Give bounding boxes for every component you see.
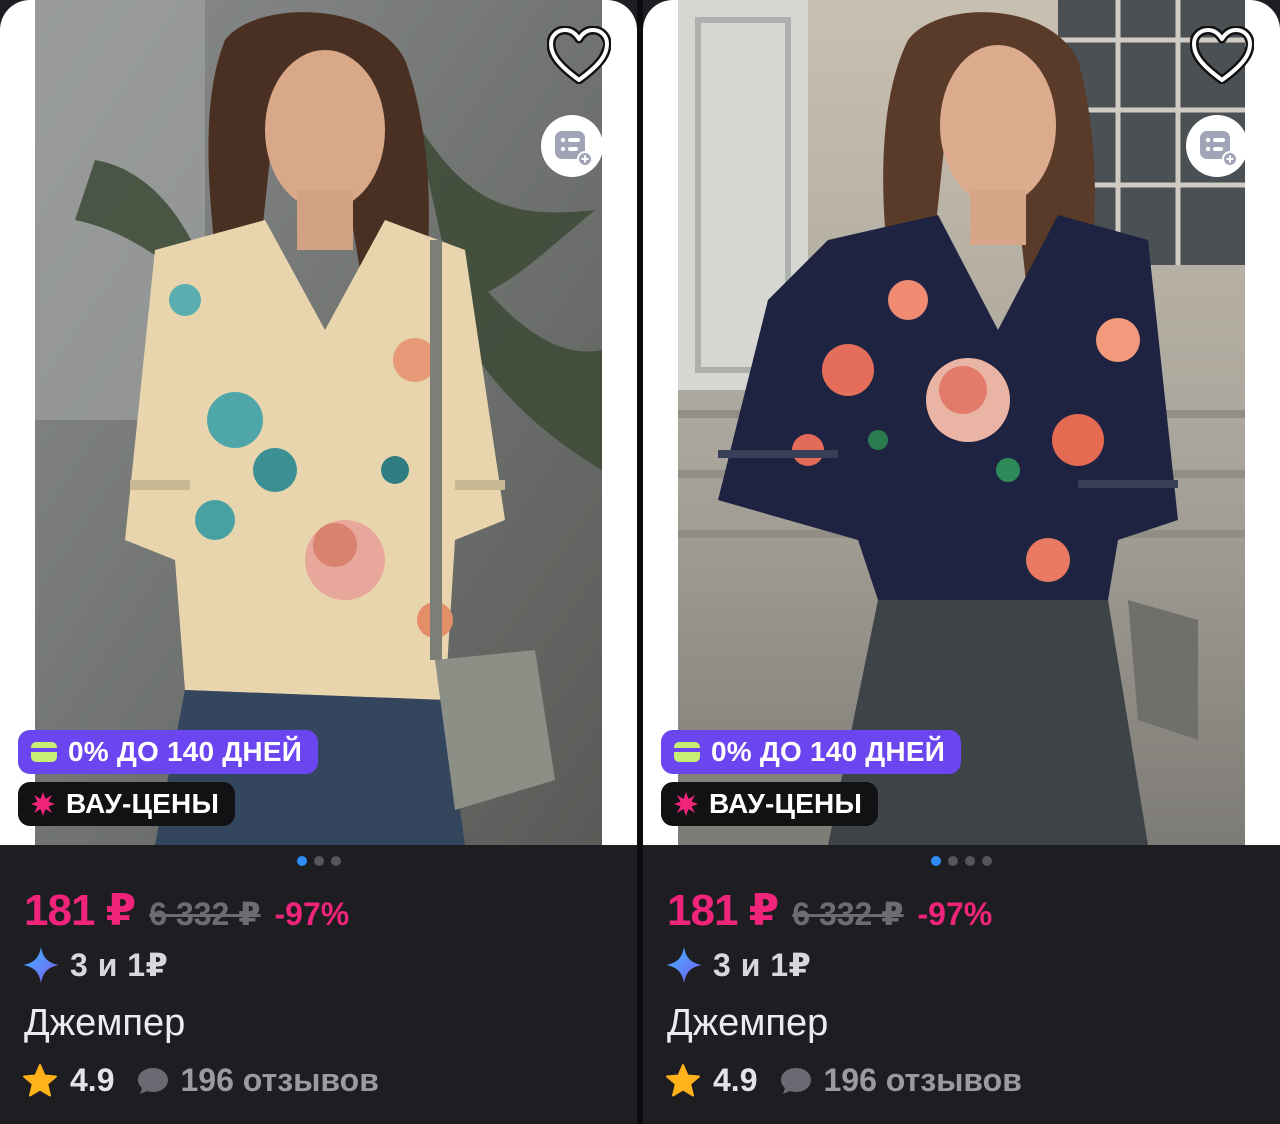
price-row: 181 ₽ 6 332 ₽ -97% [667,885,992,936]
carousel-dot-active [931,856,941,866]
rating-row: 4.9 196 отзывов [665,1062,1022,1099]
product-image-area[interactable]: 0% ДО 140 ДНЕЙ ВАУ-ЦЕНЫ [643,0,1280,845]
product-photo[interactable] [678,0,1245,845]
product-title[interactable]: Джемпер [24,1002,185,1045]
carousel-dot-active [297,856,307,866]
product-photo-illustration [35,0,602,845]
wow-price-badge: ВАУ-ЦЕНЫ [18,782,236,826]
heart-outline-icon [546,25,612,85]
carousel-dot [314,856,324,866]
installment-badge-text: 0% ДО 140 ДНЕЙ [711,736,946,767]
product-image-area[interactable]: 0% ДО 140 ДНЕЙ ВАУ-ЦЕНЫ [0,0,637,845]
favorite-button[interactable] [546,25,612,85]
promo-text: 3 и 1₽ [713,947,812,983]
cart-add-icon [1200,131,1237,166]
chat-bubble-icon [781,1067,812,1094]
rating-value: 4.9 [713,1062,758,1098]
chat-bubble-icon [138,1067,169,1094]
sparkle-icon [23,947,59,983]
current-price: 181 ₽ [24,886,136,935]
old-price: 6 332 ₽ [792,896,904,932]
installment-badge: 0% ДО 140 ДНЕЙ [18,730,319,774]
burst-icon [30,791,56,817]
product-photo[interactable] [35,0,602,845]
rating-row: 4.9 196 отзывов [22,1062,379,1099]
product-card[interactable]: 0% ДО 140 ДНЕЙ ВАУ-ЦЕНЫ 181 ₽ 6 332 ₽ -9… [0,0,637,1124]
card-icon [673,741,701,763]
star-icon [666,1063,700,1096]
discount-percent: -97% [274,896,350,932]
wow-price-badge-text: ВАУ-ЦЕНЫ [66,788,220,819]
promo-row: 3 и 1₽ [665,946,811,984]
favorite-button[interactable] [1189,25,1255,85]
current-price: 181 ₽ [667,886,779,935]
discount-percent: -97% [917,896,993,932]
carousel-dot [331,856,341,866]
rating-value: 4.9 [70,1062,115,1098]
sparkle-icon [666,947,702,983]
product-title[interactable]: Джемпер [667,1002,828,1045]
star-icon [23,1063,57,1096]
product-card[interactable]: 0% ДО 140 ДНЕЙ ВАУ-ЦЕНЫ 181 ₽ 6 332 ₽ -9… [643,0,1280,1124]
heart-outline-icon [1189,25,1255,85]
price-row: 181 ₽ 6 332 ₽ -97% [24,885,349,936]
cart-add-icon [555,131,592,166]
old-price: 6 332 ₽ [149,896,261,932]
image-carousel-dots [0,856,637,868]
burst-icon [673,791,699,817]
card-icon [30,741,58,763]
image-carousel-dots [643,856,1280,868]
add-to-cart-button[interactable] [541,115,603,177]
promo-text: 3 и 1₽ [70,947,169,983]
product-grid: 0% ДО 140 ДНЕЙ ВАУ-ЦЕНЫ 181 ₽ 6 332 ₽ -9… [0,0,1280,1124]
installment-badge-text: 0% ДО 140 ДНЕЙ [68,736,303,767]
product-photo-illustration [678,0,1245,845]
installment-badge: 0% ДО 140 ДНЕЙ [661,730,962,774]
carousel-dot [965,856,975,866]
wow-price-badge-text: ВАУ-ЦЕНЫ [709,788,863,819]
reviews-count[interactable]: 196 отзывов [180,1062,378,1099]
carousel-dot [948,856,958,866]
promo-row: 3 и 1₽ [22,946,168,984]
add-to-cart-button[interactable] [1186,115,1248,177]
reviews-count[interactable]: 196 отзывов [823,1062,1021,1099]
wow-price-badge: ВАУ-ЦЕНЫ [661,782,879,826]
carousel-dot [982,856,992,866]
